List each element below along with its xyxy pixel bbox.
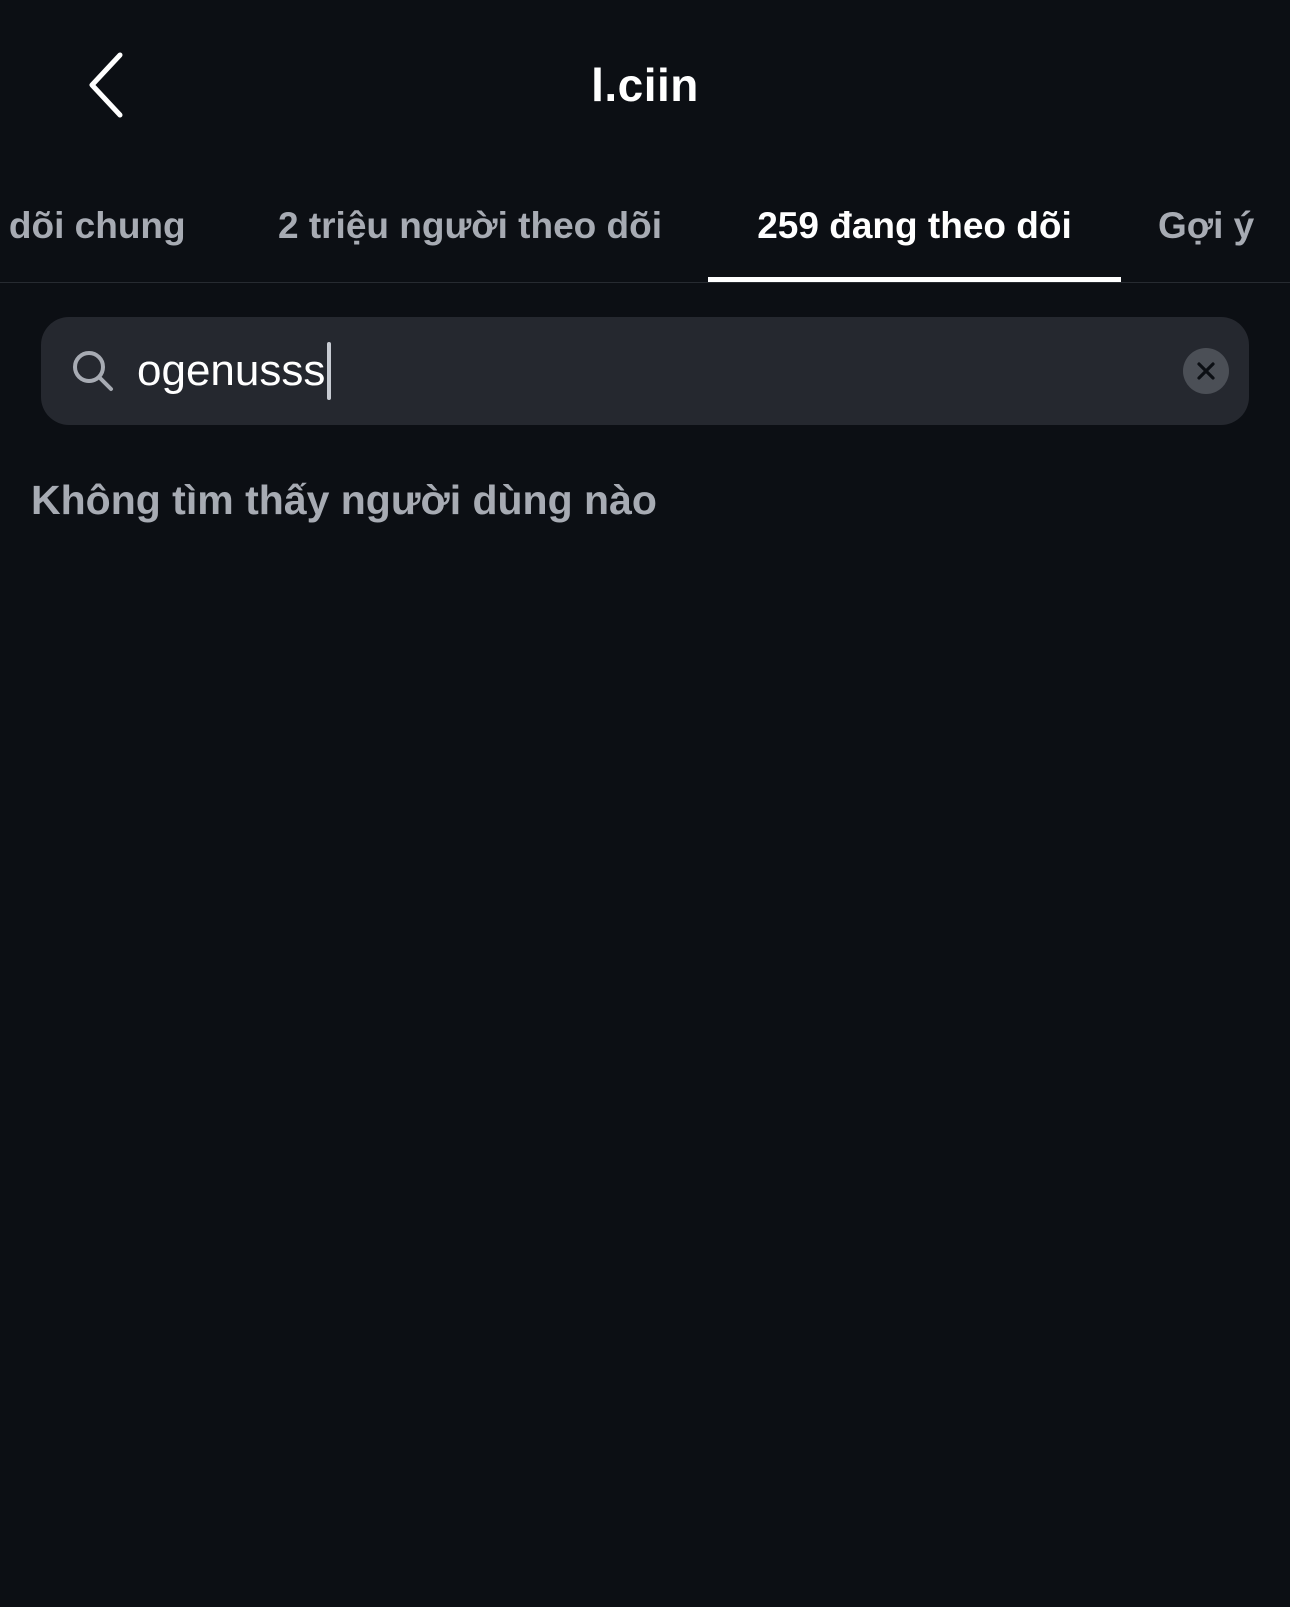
no-results-message: Không tìm thấy người dùng nào xyxy=(31,477,657,523)
tab-mutual-followers[interactable]: o dõi chung xyxy=(0,170,216,282)
tab-bar: o dõi chung 2 triệu người theo dõi 259 đ… xyxy=(0,170,1290,283)
clear-search-button[interactable] xyxy=(1183,348,1229,394)
tab-followers[interactable]: 2 triệu người theo dõi xyxy=(254,170,686,282)
text-caret xyxy=(327,342,332,400)
tab-suggestions[interactable]: Gợi ý xyxy=(1140,170,1290,282)
page-title: l.ciin xyxy=(591,59,699,111)
search-icon xyxy=(73,351,113,391)
top-bar: l.ciin xyxy=(0,0,1290,170)
search-input[interactable]: ogenusss xyxy=(137,317,332,425)
clear-icon xyxy=(1197,362,1215,380)
search-input-value: ogenusss xyxy=(137,346,326,395)
search-bar[interactable]: ogenusss xyxy=(41,317,1249,425)
tab-following[interactable]: 259 đang theo dõi xyxy=(708,170,1121,282)
